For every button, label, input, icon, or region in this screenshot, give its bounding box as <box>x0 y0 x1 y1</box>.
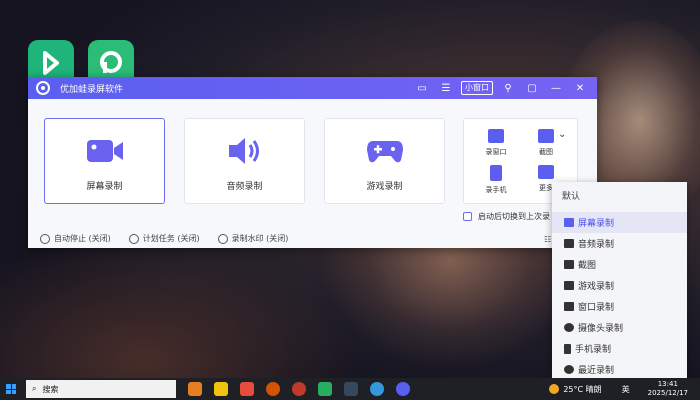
menu-item-webcam-record[interactable]: 摄像头录制 <box>552 317 687 338</box>
close-icon[interactable]: ✕ <box>571 80 589 96</box>
menu-icon[interactable]: ☰ <box>437 80 455 96</box>
auto-stop-option[interactable]: 自动停止 (关闭) <box>40 233 111 244</box>
menu-item-window-record[interactable]: 窗口录制 <box>552 296 687 317</box>
audio-record-card[interactable]: 音频录制 <box>184 118 305 204</box>
speaker-icon <box>564 239 574 248</box>
screen-record-card[interactable]: 屏幕录制 <box>44 118 165 204</box>
menu-item-screenshot[interactable]: 截图 <box>552 254 687 275</box>
droplet-icon <box>217 233 228 244</box>
start-button[interactable] <box>0 378 22 400</box>
taskbar-app-search-icon[interactable] <box>188 382 202 396</box>
screenshot-icon <box>538 129 554 143</box>
phone-icon <box>490 165 502 181</box>
taskbar-app-folder-icon[interactable] <box>214 382 228 396</box>
record-mode-dropdown: 默认 屏幕录制 音频录制 截图 游戏录制 窗口录制 摄像头录制 手机录制 最近录… <box>552 182 687 382</box>
taskbar-app-recorder-icon[interactable] <box>396 382 410 396</box>
taskbar-app-wps-icon[interactable] <box>240 382 254 396</box>
footer-bar: 自动停止 (关闭) 计划任务 (关闭) 录制水印 (关闭) <box>40 233 306 244</box>
clock-icon <box>40 233 50 244</box>
chat-icon[interactable]: ▭ <box>413 80 431 96</box>
pin-icon[interactable]: ⚲ <box>499 80 517 96</box>
taskbar-app-firefox-icon[interactable] <box>266 382 280 396</box>
ime-indicator[interactable]: 英 <box>622 384 630 395</box>
gamepad-icon <box>365 133 405 169</box>
taskbar: ⌕ 搜索 25°C 晴朗 英 13:41 2025/12/17 <box>0 378 700 400</box>
menu-item-game-record[interactable]: 游戏录制 <box>552 275 687 296</box>
menu-item-screen-record[interactable]: 屏幕录制 <box>552 212 687 233</box>
grid-icon <box>538 165 554 179</box>
camera-icon <box>85 133 125 169</box>
record-phone-item[interactable]: 录手机 <box>476 165 516 195</box>
menu-item-recent-record[interactable]: 最近录制 <box>552 359 687 380</box>
window-title: 优加蛙录屏软件 <box>60 84 124 95</box>
window-icon <box>564 302 574 311</box>
chevron-down-icon[interactable]: ⌄ <box>558 129 566 140</box>
sun-icon <box>549 384 560 394</box>
clock[interactable]: 13:41 2025/12/17 <box>648 380 688 398</box>
menu-header: 默认 <box>562 192 581 202</box>
gamepad-icon <box>564 281 574 290</box>
card-label: 屏幕录制 <box>86 182 123 192</box>
game-record-card[interactable]: 游戏录制 <box>324 118 445 204</box>
recorder-window: 优加蛙录屏软件 ▭ ☰ 小窗口 ⚲ ▢ — ✕ 屏幕录制 音频录制 游戏录制 录… <box>28 77 597 248</box>
app-logo-icon <box>36 81 50 95</box>
taskbar-app-green-icon[interactable] <box>318 382 332 396</box>
minimize-icon[interactable]: — <box>547 80 565 96</box>
app-logo-icon <box>100 51 122 73</box>
auto-switch-option[interactable]: 启动后切换到上次录 <box>463 211 550 222</box>
weather-widget[interactable]: 25°C 晴朗 <box>549 384 602 395</box>
taskbar-app-qq-icon[interactable] <box>344 382 358 396</box>
scheduled-task-option[interactable]: 计划任务 (关闭) <box>128 233 200 244</box>
speaker-icon <box>225 133 265 169</box>
app-logo-icon <box>43 51 59 75</box>
fullscreen-icon[interactable]: ▢ <box>523 80 541 96</box>
webcam-icon <box>564 323 574 332</box>
clock-icon <box>564 365 574 374</box>
list-icon[interactable]: ☷ <box>544 235 551 244</box>
alarm-icon <box>128 233 139 244</box>
windows-icon <box>6 384 16 394</box>
search-icon: ⌕ <box>32 384 37 393</box>
camera-icon <box>564 260 574 269</box>
menu-item-phone-record[interactable]: 手机录制 <box>552 338 687 359</box>
camera-icon <box>564 218 574 227</box>
menu-item-audio-record[interactable]: 音频录制 <box>552 233 687 254</box>
card-label: 游戏录制 <box>366 182 403 192</box>
taskbar-app-weibo-icon[interactable] <box>292 382 306 396</box>
system-tray: 25°C 晴朗 英 13:41 2025/12/17 <box>549 378 700 400</box>
record-window-item[interactable]: 录窗口 <box>476 129 516 157</box>
phone-icon <box>564 343 571 354</box>
window-icon <box>488 129 504 143</box>
auto-switch-checkbox[interactable] <box>463 212 472 221</box>
watermark-option[interactable]: 录制水印 (关闭) <box>217 233 288 244</box>
mini-window-button[interactable]: 小窗口 <box>461 81 493 95</box>
card-label: 音频录制 <box>226 182 263 192</box>
title-bar[interactable]: 优加蛙录屏软件 ▭ ☰ 小窗口 ⚲ ▢ — ✕ <box>28 77 597 99</box>
taskbar-app-blue-icon[interactable] <box>370 382 384 396</box>
taskbar-search[interactable]: ⌕ 搜索 <box>26 380 176 398</box>
